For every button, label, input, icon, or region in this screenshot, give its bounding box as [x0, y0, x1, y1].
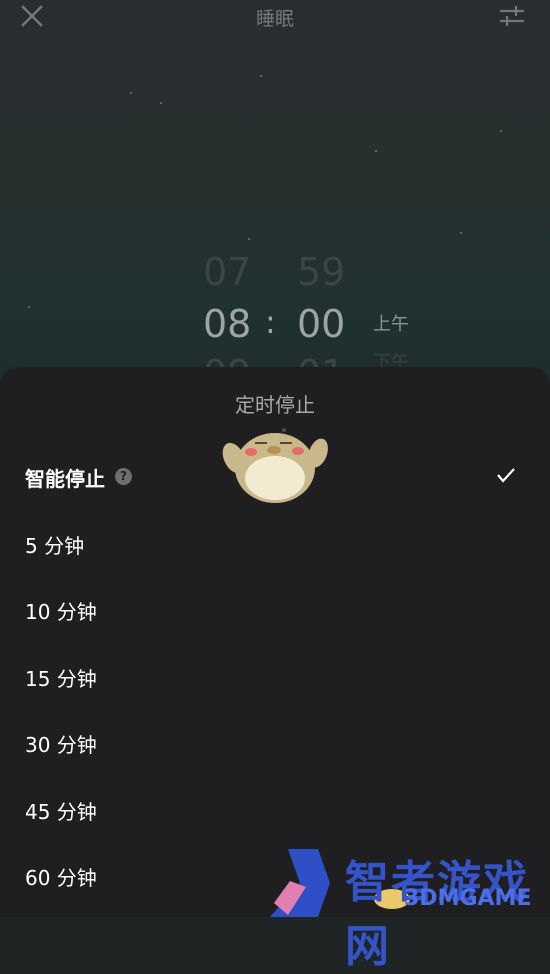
time-separator: : [265, 303, 276, 341]
option-5-min[interactable]: 5 分钟 [0, 513, 550, 573]
minute-value[interactable]: 00 [297, 302, 345, 346]
checkmark-icon [497, 468, 515, 483]
hour-value[interactable]: 08 [203, 302, 251, 346]
star-dot [160, 102, 162, 104]
question-icon[interactable]: ? [115, 468, 132, 485]
option-30-min[interactable]: 30 分钟 [0, 712, 550, 772]
page-title: 睡眠 [255, 8, 294, 30]
star-dot [130, 92, 132, 94]
hour-prev[interactable]: 07 [203, 250, 251, 294]
option-label: 10 分钟 [25, 600, 97, 624]
option-label: 60 分钟 [25, 866, 97, 890]
star-dot [260, 75, 262, 77]
settings-button[interactable] [498, 3, 526, 29]
option-label: 45 分钟 [25, 800, 97, 824]
sliders-icon [500, 6, 524, 26]
period-value[interactable]: 上午 [373, 310, 409, 336]
sheet-title: 定时停止 [235, 393, 315, 417]
option-10-min[interactable]: 10 分钟 [0, 579, 550, 639]
option-15-min[interactable]: 15 分钟 [0, 646, 550, 706]
option-45-min[interactable]: 45 分钟 [0, 779, 550, 839]
watermark-en: 3DMGAME [404, 886, 532, 911]
alarm-time-picker[interactable]: 07 59 08 : 00 09 01 上午 下午 [0, 240, 550, 396]
option-label: 30 分钟 [25, 733, 97, 757]
minute-prev[interactable]: 59 [297, 250, 345, 294]
option-label: 5 分钟 [25, 534, 85, 558]
star-dot [375, 150, 377, 152]
star-dot [500, 130, 502, 132]
option-label: 智能停止 [25, 467, 105, 491]
mascot-sticker [222, 428, 328, 503]
option-label: 15 分钟 [25, 667, 97, 691]
top-bar: 睡眠 [0, 0, 550, 34]
star-dot [460, 232, 462, 234]
